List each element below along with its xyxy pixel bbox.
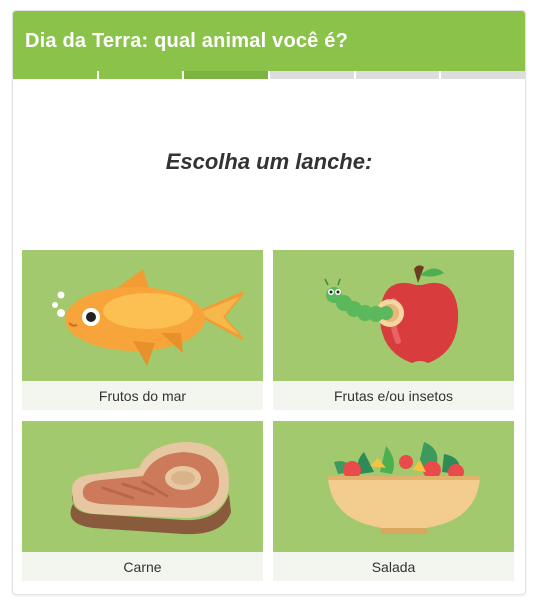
progress-segment-5 xyxy=(355,71,440,79)
answer-option-seafood[interactable]: Frutos do mar xyxy=(22,250,263,410)
option-label: Carne xyxy=(22,552,263,581)
option-label: Frutas e/ou insetos xyxy=(273,381,514,410)
option-image xyxy=(273,250,514,381)
option-image xyxy=(273,421,514,552)
apple-worm-icon xyxy=(323,264,458,363)
steak-icon xyxy=(70,441,231,534)
progress-segment-4 xyxy=(270,71,354,79)
progress-segment-6 xyxy=(441,71,525,79)
quiz-title: Dia da Terra: qual animal você é? xyxy=(13,11,525,71)
progress-segment-2 xyxy=(98,71,183,79)
answer-option-fruits-insects[interactable]: Frutas e/ou insetos xyxy=(273,250,514,410)
salad-bowl-icon xyxy=(327,441,480,534)
question-text: Escolha um lanche: xyxy=(165,149,373,174)
answer-option-salad[interactable]: Salada xyxy=(273,421,514,581)
option-image xyxy=(22,250,263,381)
answer-option-meat[interactable]: Carne xyxy=(22,421,263,581)
option-image xyxy=(22,421,263,552)
progress-segment-3 xyxy=(184,71,269,79)
progress-segment-1 xyxy=(13,71,97,79)
fish-icon xyxy=(51,268,243,366)
progress-bar xyxy=(13,71,525,79)
option-label: Frutos do mar xyxy=(22,381,263,410)
option-label: Salada xyxy=(273,552,514,581)
